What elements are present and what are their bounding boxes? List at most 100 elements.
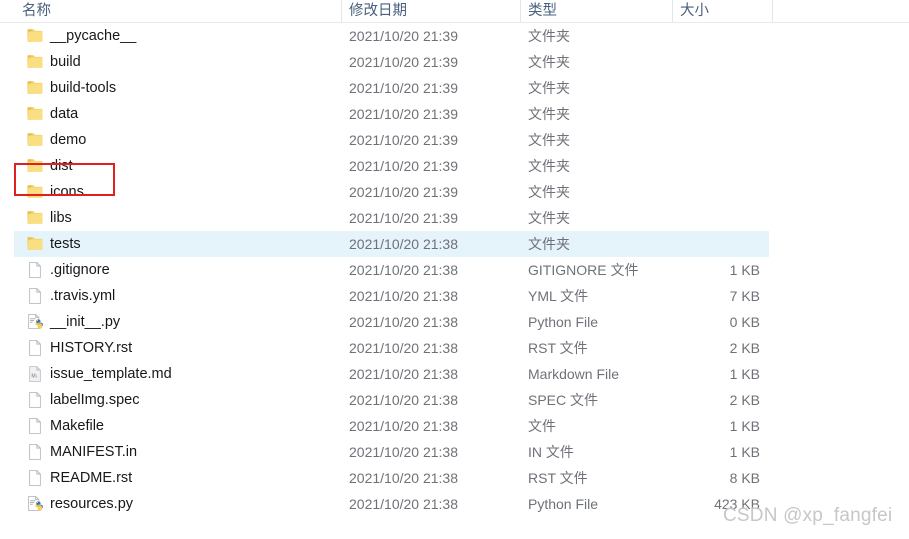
cell-size bbox=[672, 231, 760, 257]
file-icon bbox=[26, 339, 44, 357]
cell-size bbox=[672, 75, 760, 101]
column-divider-date-type[interactable] bbox=[520, 0, 521, 22]
cell-type: 文件 bbox=[528, 418, 556, 434]
cell-date: 2021/10/20 21:39 bbox=[349, 158, 458, 174]
cell-name: build-tools bbox=[50, 80, 117, 96]
cell-name: libs bbox=[50, 210, 72, 226]
table-row[interactable]: M↓ issue_template.md 2021/10/20 21:38 Markd… bbox=[0, 361, 909, 387]
table-row[interactable]: MANIFEST.in 2021/10/20 21:38 IN 文件 1 KB bbox=[0, 439, 909, 465]
cell-type: 文件夹 bbox=[528, 210, 570, 226]
column-header-bar: 名称 修改日期 类型 大小 bbox=[0, 0, 909, 23]
cell-type: RST 文件 bbox=[528, 340, 588, 356]
cell-type: SPEC 文件 bbox=[528, 392, 599, 408]
table-row[interactable]: __init__.py 2021/10/20 21:38 Python File 0 … bbox=[0, 309, 909, 335]
cell-size bbox=[672, 101, 760, 127]
folder-icon bbox=[26, 183, 44, 201]
cell-date: 2021/10/20 21:38 bbox=[349, 392, 458, 408]
cell-date: 2021/10/20 21:38 bbox=[349, 236, 458, 252]
cell-size bbox=[672, 127, 760, 153]
cell-type: Python File bbox=[528, 314, 599, 330]
file-icon bbox=[26, 391, 44, 409]
cell-type: 文件夹 bbox=[528, 236, 570, 252]
cell-date: 2021/10/20 21:38 bbox=[349, 366, 458, 382]
table-row[interactable]: labelImg.spec 2021/10/20 21:38 SPEC 文件 2 KB bbox=[0, 387, 909, 413]
column-header-type[interactable]: 类型 bbox=[528, 0, 557, 22]
file-icon bbox=[26, 287, 44, 305]
cell-size: 2 KB bbox=[729, 340, 760, 356]
cell-date: 2021/10/20 21:38 bbox=[349, 314, 458, 330]
table-row[interactable]: .gitignore 2021/10/20 21:38 GITIGNORE 文件 1 … bbox=[0, 257, 909, 283]
folder-icon bbox=[26, 105, 44, 123]
markdown-icon: M↓ bbox=[26, 365, 44, 383]
column-header-date[interactable]: 修改日期 bbox=[349, 0, 407, 22]
cell-name: __pycache__ bbox=[50, 28, 137, 44]
cell-name: tests bbox=[50, 236, 81, 252]
cell-name: build bbox=[50, 54, 81, 70]
cell-name: resources.py bbox=[50, 496, 134, 512]
cell-name: __init__.py bbox=[50, 314, 121, 330]
cell-date: 2021/10/20 21:39 bbox=[349, 210, 458, 226]
cell-size: 7 KB bbox=[729, 288, 760, 304]
table-row[interactable]: README.rst 2021/10/20 21:38 RST 文件 8 KB bbox=[0, 465, 909, 491]
folder-icon bbox=[26, 157, 44, 175]
cell-size: 1 KB bbox=[729, 262, 760, 278]
table-row[interactable]: dist 2021/10/20 21:39 文件夹 bbox=[0, 153, 909, 179]
cell-size: 2 KB bbox=[729, 392, 760, 408]
cell-name: issue_template.md bbox=[50, 366, 172, 382]
cell-date: 2021/10/20 21:38 bbox=[349, 418, 458, 434]
table-row[interactable]: demo 2021/10/20 21:39 文件夹 bbox=[0, 127, 909, 153]
table-row[interactable]: .travis.yml 2021/10/20 21:38 YML 文件 7 KB bbox=[0, 283, 909, 309]
cell-date: 2021/10/20 21:38 bbox=[349, 496, 458, 512]
file-rows-container: __pycache__ 2021/10/20 21:39 文件夹 build 2021/… bbox=[0, 23, 909, 517]
file-icon bbox=[26, 417, 44, 435]
file-icon bbox=[26, 469, 44, 487]
python-icon bbox=[26, 313, 44, 331]
cell-size: 1 KB bbox=[729, 418, 760, 434]
table-row[interactable]: icons 2021/10/20 21:39 文件夹 bbox=[0, 179, 909, 205]
cell-name: README.rst bbox=[50, 470, 133, 486]
cell-date: 2021/10/20 21:39 bbox=[349, 54, 458, 70]
file-list-view: 名称 修改日期 类型 大小 __pycache__ 2021/10/20 21:3… bbox=[0, 0, 909, 539]
column-divider-type-size[interactable] bbox=[672, 0, 673, 22]
cell-type: 文件夹 bbox=[528, 106, 570, 122]
cell-date: 2021/10/20 21:38 bbox=[349, 444, 458, 460]
cell-type: IN 文件 bbox=[528, 444, 574, 460]
table-row[interactable]: data 2021/10/20 21:39 文件夹 bbox=[0, 101, 909, 127]
cell-date: 2021/10/20 21:39 bbox=[349, 184, 458, 200]
column-divider-name-date[interactable] bbox=[341, 0, 342, 22]
column-header-name[interactable]: 名称 bbox=[22, 0, 51, 22]
cell-size: 0 KB bbox=[729, 314, 760, 330]
cell-type: 文件夹 bbox=[528, 184, 570, 200]
cell-type: RST 文件 bbox=[528, 470, 588, 486]
table-row[interactable]: __pycache__ 2021/10/20 21:39 文件夹 bbox=[0, 23, 909, 49]
folder-icon bbox=[26, 209, 44, 227]
cell-date: 2021/10/20 21:38 bbox=[349, 340, 458, 356]
cell-size bbox=[672, 205, 760, 231]
cell-name: HISTORY.rst bbox=[50, 340, 133, 356]
cell-type: Markdown File bbox=[528, 366, 620, 382]
file-icon bbox=[26, 443, 44, 461]
table-row[interactable]: build 2021/10/20 21:39 文件夹 bbox=[0, 49, 909, 75]
cell-type: 文件夹 bbox=[528, 54, 570, 70]
table-row[interactable]: Makefile 2021/10/20 21:38 文件 1 KB bbox=[0, 413, 909, 439]
cell-type: YML 文件 bbox=[528, 288, 589, 304]
cell-name: labelImg.spec bbox=[50, 392, 140, 408]
folder-icon bbox=[26, 79, 44, 97]
table-row[interactable]: build-tools 2021/10/20 21:39 文件夹 bbox=[0, 75, 909, 101]
cell-size bbox=[672, 179, 760, 205]
table-row[interactable]: tests 2021/10/20 21:38 文件夹 bbox=[0, 231, 909, 257]
table-row[interactable]: libs 2021/10/20 21:39 文件夹 bbox=[0, 205, 909, 231]
cell-name: .travis.yml bbox=[50, 288, 116, 304]
csdn-watermark: CSDN @xp_fangfei bbox=[723, 505, 893, 526]
column-header-size[interactable]: 大小 bbox=[680, 0, 709, 22]
cell-date: 2021/10/20 21:39 bbox=[349, 80, 458, 96]
table-row[interactable]: HISTORY.rst 2021/10/20 21:38 RST 文件 2 KB bbox=[0, 335, 909, 361]
cell-type: GITIGNORE 文件 bbox=[528, 262, 639, 278]
cell-type: 文件夹 bbox=[528, 158, 570, 174]
cell-name: dist bbox=[50, 158, 73, 174]
column-divider-size-end[interactable] bbox=[772, 0, 773, 22]
cell-date: 2021/10/20 21:38 bbox=[349, 288, 458, 304]
cell-name: icons bbox=[50, 184, 84, 200]
folder-icon bbox=[26, 235, 44, 253]
cell-date: 2021/10/20 21:39 bbox=[349, 106, 458, 122]
